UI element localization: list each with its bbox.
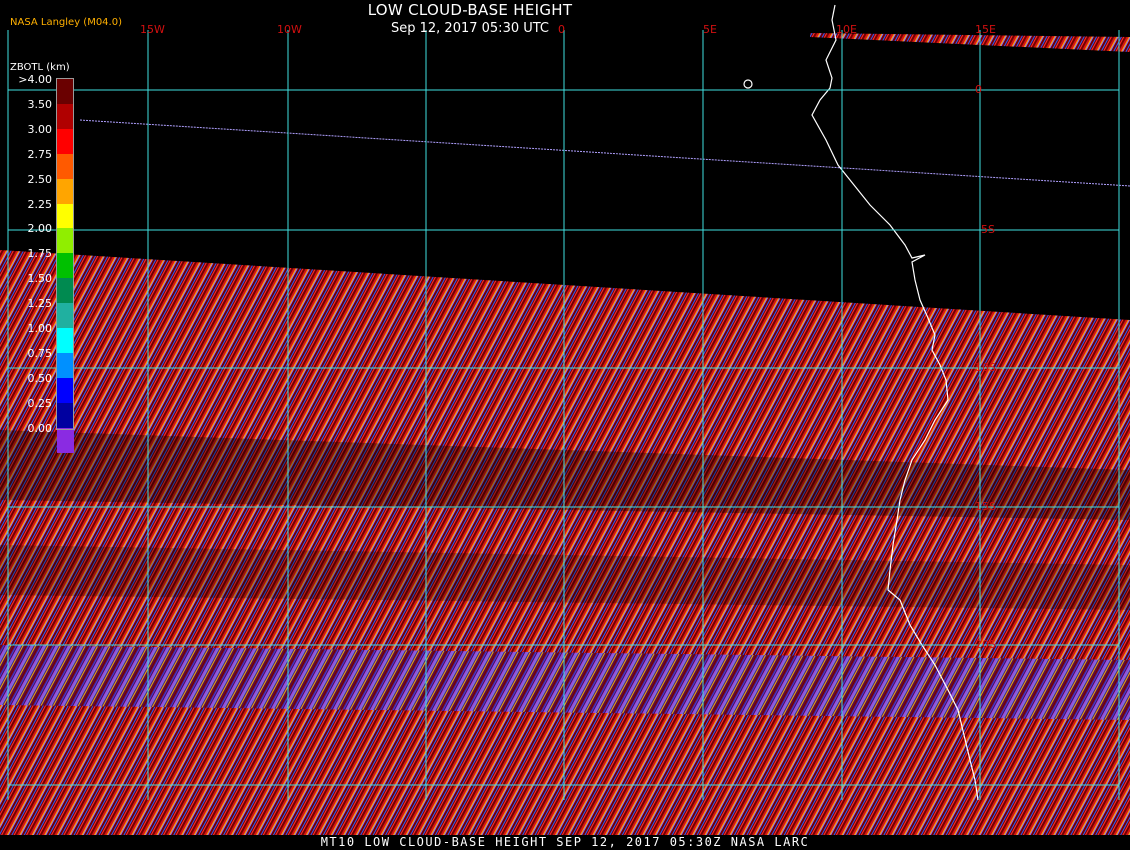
- colorbar-title: ZBOTL (km): [10, 62, 70, 73]
- cloud-swath-main: [0, 250, 1130, 835]
- colorbar-label: 1.50: [27, 272, 53, 286]
- footer-caption: MT10 LOW CLOUD-BASE HEIGHT SEP 12, 2017 …: [320, 835, 810, 849]
- lat-label-5s: 5S: [981, 223, 995, 236]
- colorbar-label: 1.25: [27, 297, 53, 311]
- colorbar-label: 1.00: [27, 322, 53, 335]
- lat-label-0: 0: [975, 83, 982, 96]
- colorbar-label: 3.50: [27, 97, 53, 111]
- colorbar-label: 2.75: [27, 147, 53, 161]
- colorbar-label: 0.00: [27, 421, 53, 435]
- colorbar-label: 2.25: [27, 197, 53, 211]
- colorbar-label: 0.50: [27, 371, 53, 385]
- orbit-track: [79, 119, 1130, 187]
- cloud-base-map: [0, 4, 1130, 835]
- lon-label-15e: 15E: [975, 23, 996, 36]
- lat-label-20s: 20S: [975, 638, 996, 651]
- source-label: NASA Langley (M04.0): [10, 17, 122, 28]
- lat-label-10s: 10S: [975, 361, 996, 374]
- island: [743, 79, 753, 89]
- colorbar-label: 0.75: [27, 346, 53, 360]
- colorbar-label: 0.25: [27, 396, 53, 410]
- page-title: LOW CLOUD-BASE HEIGHT: [367, 1, 573, 19]
- colorbar-label: 1.75: [27, 247, 53, 261]
- colorbar-swatch: [57, 427, 74, 453]
- timestamp: Sep 12, 2017 05:30 UTC: [390, 21, 550, 36]
- colorbar-label: >4.00: [18, 73, 52, 86]
- colorbar-label: 3.00: [27, 122, 53, 136]
- colorbar-label: 2.00: [27, 222, 53, 236]
- colorbar-frame: [56, 78, 74, 430]
- lat-label-15s: 15S: [975, 500, 996, 513]
- colorbar-label: 2.50: [27, 172, 53, 186]
